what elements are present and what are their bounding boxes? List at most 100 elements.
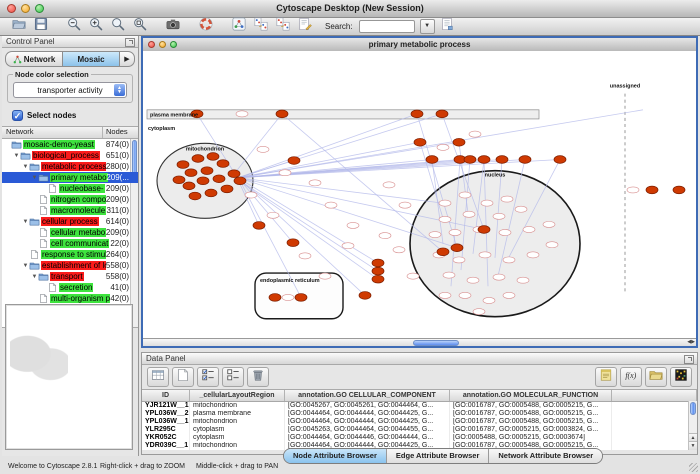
table-row[interactable]: YJR121W__1mitochondrion[GO:0045267, GO:0… <box>142 402 697 410</box>
graph-node-unselected[interactable] <box>282 294 294 300</box>
select-nodes-checkbox[interactable]: ✓ <box>12 110 23 121</box>
unselect-attributes-button[interactable] <box>222 367 244 387</box>
graph-node-unselected[interactable] <box>515 206 527 212</box>
graph-node-unselected[interactable] <box>279 170 291 176</box>
graph-node-unselected[interactable] <box>449 229 461 235</box>
network-view-titlebar[interactable]: primary metabolic process <box>143 38 696 52</box>
disclosure-triangle-icon[interactable]: ▼ <box>31 274 38 280</box>
open-folder-button[interactable] <box>9 19 28 35</box>
graph-node[interactable] <box>359 292 371 300</box>
graph-node[interactable] <box>372 259 384 267</box>
tree-item-primary-metabo[interactable]: ▼primary metabo209(... <box>2 172 138 183</box>
formula-button[interactable]: f(x) <box>620 367 642 387</box>
node-color-dropdown[interactable]: transporter activity ▲▼ <box>13 82 127 98</box>
network-graph[interactable]: plasma membranecytoplasmmitochondrionnuc… <box>143 51 696 338</box>
notes-button[interactable] <box>595 367 617 387</box>
snapshot-button[interactable] <box>163 19 182 35</box>
graph-node-unselected[interactable] <box>479 252 491 258</box>
graph-node[interactable] <box>451 244 463 252</box>
tree-item-multi-organism-pro[interactable]: multi-organism pro42(0) <box>2 293 138 304</box>
minimize-window-button[interactable] <box>21 4 30 13</box>
hscroll-arrows-icon[interactable]: ◀▶ <box>687 339 695 346</box>
graph-node-unselected[interactable] <box>517 277 529 283</box>
graph-node-unselected[interactable] <box>383 182 395 188</box>
tree-item-transport[interactable]: ▼transport558(0) <box>2 271 138 282</box>
graph-node-unselected[interactable] <box>481 200 493 206</box>
tree-header-nodes[interactable]: Nodes <box>103 127 138 138</box>
search-options-dropdown[interactable]: ▼ <box>420 19 435 34</box>
graph-node[interactable] <box>205 189 217 197</box>
graph-node-unselected[interactable] <box>407 273 419 279</box>
graph-node[interactable] <box>201 167 213 175</box>
graph-node-unselected[interactable] <box>467 277 479 283</box>
search-input[interactable] <box>359 20 415 33</box>
graph-node[interactable] <box>464 156 476 164</box>
graph-node[interactable] <box>269 294 281 302</box>
graph-node-unselected[interactable] <box>527 252 539 258</box>
graph-node-unselected[interactable] <box>463 211 475 217</box>
column-header-annotation.GO MOLECULAR_FUNCTION[interactable]: annotation.GO MOLECULAR_FUNCTION <box>450 390 612 401</box>
graph-node[interactable] <box>372 275 384 283</box>
graph-node-unselected[interactable] <box>393 247 405 253</box>
graph-node[interactable] <box>221 185 233 193</box>
graph-node-unselected[interactable] <box>429 232 441 238</box>
graph-node[interactable] <box>192 155 204 163</box>
tree-item-metabolic-process[interactable]: ▼metabolic process280(0) <box>2 161 138 172</box>
tree-item-cell-communicat[interactable]: cell communicat22(0) <box>2 238 138 249</box>
graph-edge[interactable] <box>235 114 282 173</box>
graph-node-unselected[interactable] <box>523 226 535 232</box>
graph-node-unselected[interactable] <box>379 233 391 239</box>
graph-node-unselected[interactable] <box>443 272 455 278</box>
new-attribute-button[interactable] <box>172 367 194 387</box>
zoom-fit-button[interactable] <box>108 19 127 35</box>
graph-node[interactable] <box>554 156 566 164</box>
zoom-in-button[interactable] <box>86 19 105 35</box>
graph-node[interactable] <box>177 161 189 169</box>
graph-node-unselected[interactable] <box>342 243 354 249</box>
save-button[interactable] <box>31 19 50 35</box>
graph-node[interactable] <box>276 110 288 118</box>
close-view-button[interactable] <box>148 41 155 48</box>
graph-edge[interactable] <box>242 183 378 279</box>
tree-item-establishment-of-lo[interactable]: ▼establishment of lo558(0) <box>2 260 138 271</box>
graph-node-unselected[interactable] <box>503 292 515 298</box>
graph-node-unselected[interactable] <box>257 146 269 152</box>
graph-node-unselected[interactable] <box>439 216 451 222</box>
table-row[interactable]: YLR295Ccytoplasm[GO:0045263, GO:0044464,… <box>142 426 697 434</box>
graph-node[interactable] <box>288 157 300 165</box>
graph-node[interactable] <box>411 110 423 118</box>
table-row[interactable]: YKR052Ccytoplasm[GO:0044464, GO:0044446,… <box>142 434 697 442</box>
zoom-view-button[interactable] <box>170 41 177 48</box>
tab-edge-attribute-browser[interactable]: Edge Attribute Browser <box>387 449 489 463</box>
graph-node[interactable] <box>453 138 465 146</box>
graph-node[interactable] <box>217 160 229 168</box>
graph-node-unselected[interactable] <box>439 292 451 298</box>
graph-node-unselected[interactable] <box>459 192 471 198</box>
graph-node-unselected[interactable] <box>469 131 481 137</box>
graph-node[interactable] <box>478 226 490 234</box>
graph-node-unselected[interactable] <box>453 257 465 263</box>
attr-table-button[interactable] <box>147 367 169 387</box>
graph-node-unselected[interactable] <box>439 200 451 206</box>
float-panel-icon[interactable] <box>684 355 694 364</box>
table-scroll-thumb[interactable] <box>690 402 696 415</box>
delete-attribute-button[interactable] <box>247 367 269 387</box>
disclosure-triangle-icon[interactable]: ▼ <box>22 164 29 170</box>
graph-node[interactable] <box>287 239 299 247</box>
graph-edge[interactable] <box>238 178 378 263</box>
graph-node-unselected[interactable] <box>325 202 337 208</box>
window-titlebar[interactable]: Cytoscape Desktop (New Session) <box>0 0 700 18</box>
graph-node-unselected[interactable] <box>473 309 485 315</box>
tree-item-cellular-process[interactable]: ▼cellular process614(0) <box>2 216 138 227</box>
layout-a-button[interactable] <box>251 19 270 35</box>
scroll-down-button[interactable]: ▼ <box>689 441 697 450</box>
open-folder-yellow-button[interactable] <box>645 367 667 387</box>
table-row[interactable]: YPL036W__1mitochondrion[GO:0044464, GO:0… <box>142 418 697 426</box>
close-window-button[interactable] <box>7 4 16 13</box>
tree-header-network[interactable]: Network <box>2 127 103 138</box>
graph-node-unselected[interactable] <box>267 212 279 218</box>
graph-node[interactable] <box>213 175 225 183</box>
graph-node-unselected[interactable] <box>309 180 321 186</box>
help-button[interactable] <box>196 19 215 35</box>
disclosure-triangle-icon[interactable]: ▼ <box>13 153 20 159</box>
